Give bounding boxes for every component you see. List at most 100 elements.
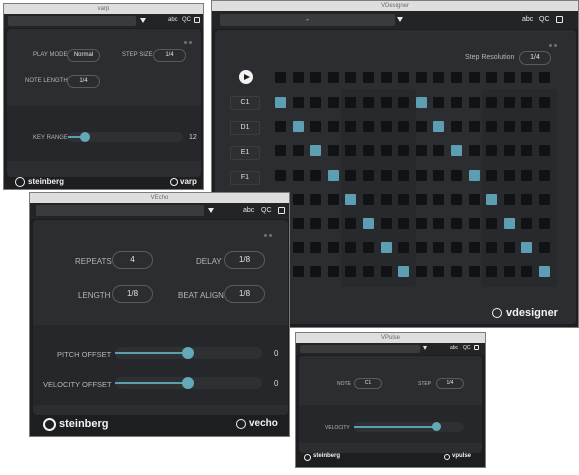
step-cell[interactable] — [345, 266, 357, 278]
step-cell-active[interactable] — [275, 97, 286, 108]
note-button-c1[interactable]: C1 — [230, 96, 260, 110]
step-cell[interactable] — [398, 97, 410, 108]
step-header-cell[interactable] — [380, 72, 392, 83]
step-cell[interactable] — [363, 145, 374, 157]
step-cell[interactable] — [468, 266, 480, 278]
abc-button[interactable]: abc — [243, 207, 254, 214]
slider-knob[interactable] — [182, 347, 194, 359]
step-cell[interactable] — [468, 218, 480, 229]
step-cell[interactable] — [415, 169, 427, 181]
step-cell[interactable] — [327, 97, 339, 108]
step-cell[interactable] — [415, 193, 427, 205]
step-header-cell[interactable] — [327, 72, 339, 83]
step-cell[interactable] — [521, 169, 533, 181]
step-cell[interactable] — [380, 193, 392, 205]
step-cell[interactable] — [310, 121, 322, 133]
chevron-down-icon[interactable] — [140, 18, 146, 23]
export-icon[interactable] — [474, 345, 479, 350]
step-header-cell[interactable] — [433, 72, 445, 83]
step-cell[interactable] — [275, 121, 286, 133]
step-cell[interactable] — [468, 97, 480, 108]
step-header-cell[interactable] — [486, 72, 498, 83]
step-cell[interactable] — [345, 218, 357, 229]
step-cell[interactable] — [345, 97, 357, 108]
step-cell[interactable] — [380, 218, 392, 229]
step-cell[interactable] — [275, 169, 286, 181]
step-cell[interactable] — [486, 266, 498, 278]
step-cell[interactable] — [521, 193, 533, 205]
step-cell[interactable] — [292, 145, 304, 157]
chevron-down-icon[interactable] — [423, 346, 427, 350]
step-header-cell[interactable] — [503, 72, 515, 83]
step-cell[interactable] — [345, 145, 357, 157]
step-cell-active[interactable] — [363, 218, 374, 229]
step-cell-active[interactable] — [398, 266, 410, 278]
step-cell[interactable] — [310, 242, 322, 254]
step-cell[interactable] — [503, 169, 515, 181]
step-cell[interactable] — [486, 218, 498, 229]
step-cell-active[interactable] — [503, 218, 515, 229]
preset-selector[interactable] — [300, 345, 420, 353]
step-cell[interactable] — [503, 121, 515, 133]
step-header-cell[interactable] — [539, 72, 550, 83]
step-cell[interactable] — [345, 121, 357, 133]
step-cell-active[interactable] — [486, 193, 498, 205]
step-header-cell[interactable] — [521, 72, 533, 83]
panel-menu-icon[interactable] — [262, 224, 272, 242]
chevron-down-icon[interactable] — [208, 208, 214, 213]
step-cell[interactable] — [363, 266, 374, 278]
velocity-offset-slider[interactable] — [115, 377, 262, 389]
step-cell[interactable] — [345, 242, 357, 254]
step-cell[interactable] — [521, 266, 533, 278]
abc-button[interactable]: abc — [168, 17, 178, 23]
export-icon[interactable] — [278, 207, 285, 214]
slider-knob[interactable] — [80, 132, 90, 142]
step-cell-active[interactable] — [345, 193, 357, 205]
play-mode-field[interactable]: Normal — [67, 49, 100, 62]
step-header-cell[interactable] — [363, 72, 374, 83]
step-cell[interactable] — [327, 121, 339, 133]
step-cell[interactable] — [345, 169, 357, 181]
step-header-cell[interactable] — [451, 72, 462, 83]
step-cell[interactable] — [310, 97, 322, 108]
step-cell[interactable] — [292, 97, 304, 108]
step-cell[interactable] — [486, 242, 498, 254]
step-cell[interactable] — [275, 145, 286, 157]
step-cell[interactable] — [503, 97, 515, 108]
step-header-cell[interactable] — [310, 72, 322, 83]
play-button[interactable] — [239, 70, 253, 84]
step-cell-active[interactable] — [433, 121, 445, 133]
step-header-cell[interactable] — [398, 72, 410, 83]
step-cell[interactable] — [451, 169, 462, 181]
step-cell[interactable] — [451, 97, 462, 108]
step-cell[interactable] — [327, 242, 339, 254]
preset-selector[interactable]: - — [220, 14, 395, 26]
step-cell[interactable] — [415, 242, 427, 254]
step-header-cell[interactable] — [275, 72, 286, 83]
quick-controls-button[interactable]: QC — [182, 17, 191, 23]
step-cell[interactable] — [380, 145, 392, 157]
step-cell-active[interactable] — [292, 121, 304, 133]
step-cell[interactable] — [292, 169, 304, 181]
step-cell[interactable] — [486, 145, 498, 157]
step-cell[interactable] — [433, 145, 445, 157]
preset-selector[interactable] — [8, 16, 136, 26]
step-cell[interactable] — [503, 145, 515, 157]
step-cell[interactable] — [451, 218, 462, 229]
step-cell[interactable] — [486, 121, 498, 133]
step-cell[interactable] — [363, 121, 374, 133]
step-cell[interactable] — [451, 242, 462, 254]
step-cell[interactable] — [539, 121, 550, 133]
step-header-cell[interactable] — [468, 72, 480, 83]
quick-controls-button[interactable]: QC — [539, 16, 550, 23]
step-cell-active[interactable] — [327, 169, 339, 181]
step-cell[interactable] — [468, 145, 480, 157]
step-cell[interactable] — [380, 169, 392, 181]
step-cell[interactable] — [363, 169, 374, 181]
slider-knob[interactable] — [432, 422, 441, 431]
step-cell[interactable] — [503, 242, 515, 254]
step-cell[interactable] — [327, 218, 339, 229]
step-cell[interactable] — [398, 145, 410, 157]
step-cell[interactable] — [310, 169, 322, 181]
step-cell[interactable] — [398, 121, 410, 133]
